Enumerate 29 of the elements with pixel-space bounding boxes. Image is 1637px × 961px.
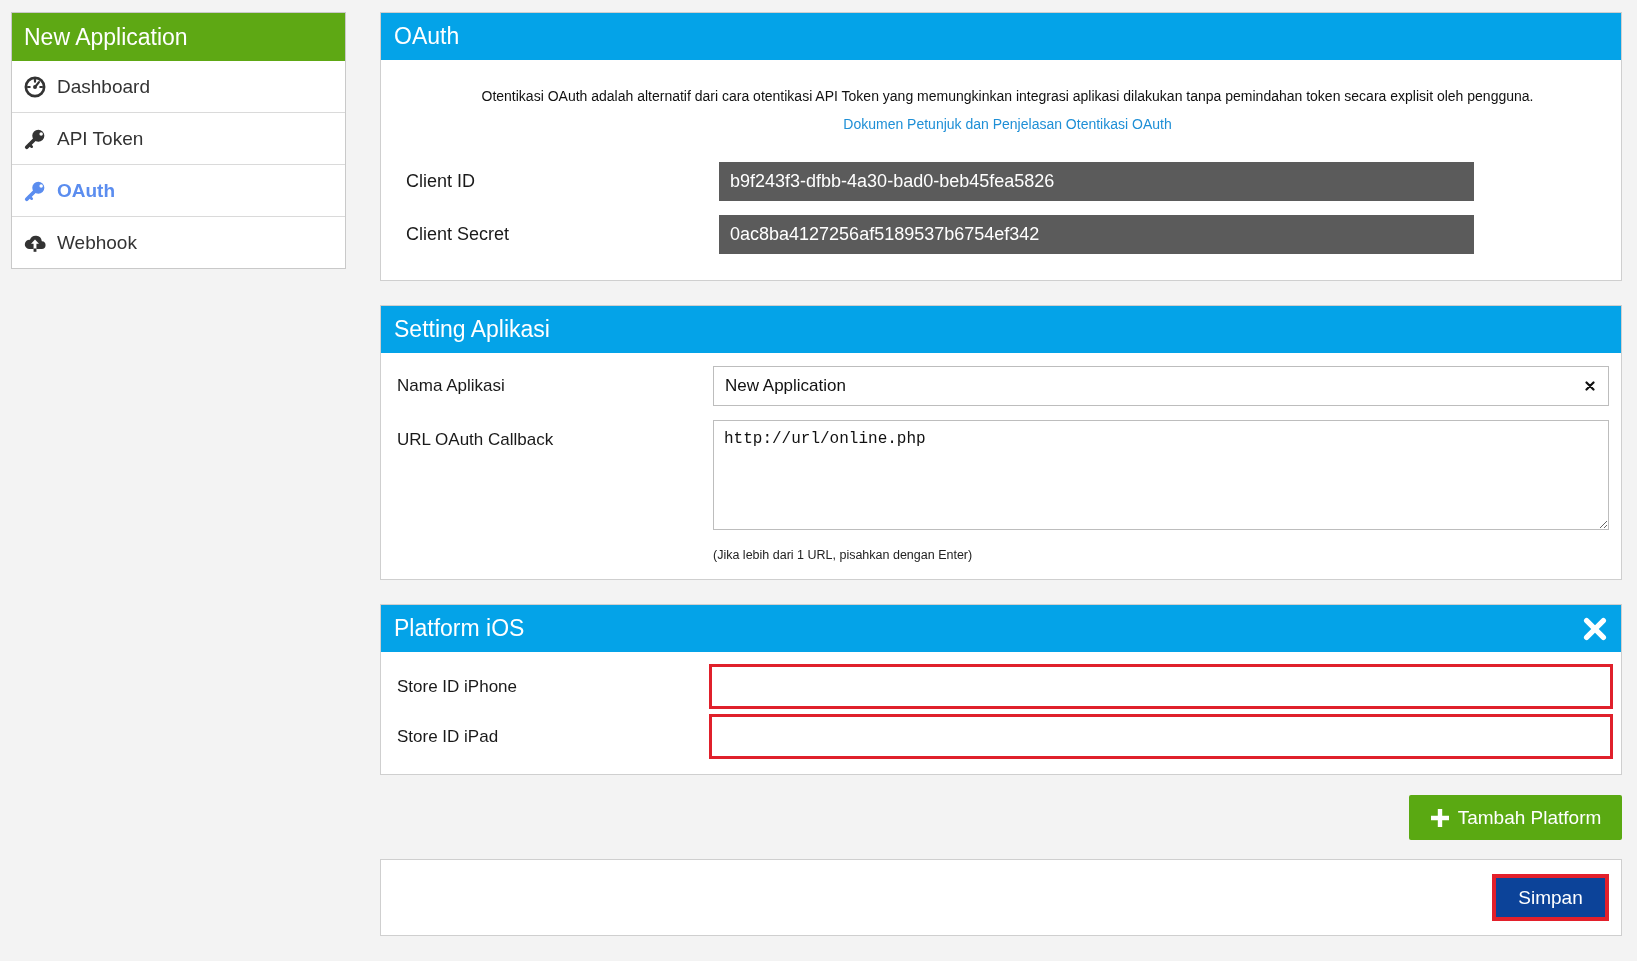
panel-title: Platform iOS [394, 615, 525, 642]
store-id-field[interactable] [709, 664, 1613, 709]
key-icon [24, 179, 46, 202]
store-id-field[interactable] [709, 714, 1613, 759]
close-icon[interactable] [1583, 616, 1607, 641]
gauge-icon [24, 75, 46, 98]
credential-field[interactable]: b9f243f3-dfbb-4a30-bad0-beb45fea5826 [719, 162, 1474, 201]
field-label: Store ID iPhone [397, 675, 517, 698]
oauth-description: Otentikasi OAuth adalah alternatif dari cara otentikasi API Token yang memungkinkan integrasi aplikasi dilakukan tanpa pemindahan token secara explisit oleh pengguna. Dokumen Petunjuk dan Penjelasan Otentikasi OAuth [480, 87, 1535, 134]
field-hint: (Jika lebih dari 1 URL, pisahkan dengan Enter) [713, 548, 973, 562]
sidebar-item[interactable]: API Token [12, 112, 345, 164]
key-icon [24, 127, 46, 150]
sidebar-item[interactable]: Webhook [12, 216, 345, 268]
clear-icon[interactable] [1585, 381, 1595, 391]
panel-title: Setting Aplikasi [394, 316, 550, 343]
save-button[interactable]: Simpan [1492, 874, 1609, 921]
field-label: Client Secret [406, 224, 510, 245]
docs-link[interactable]: Dokumen Petunjuk dan Penjelasan Otentikasi OAuth [843, 116, 1172, 132]
callback-url-field[interactable]: http://url/online.php [713, 420, 1609, 530]
field-label: Store ID iPad [397, 725, 499, 748]
plus-icon [1429, 807, 1450, 828]
sidebar-title: New Application [12, 13, 345, 61]
app-name-field[interactable]: New Application [713, 366, 1609, 406]
field-label: Nama Aplikasi [397, 375, 505, 397]
credential-field[interactable]: 0ac8ba4127256af5189537b6754ef342 [719, 215, 1474, 254]
field-label: URL OAuth Callback [397, 429, 554, 451]
sidebar-item[interactable]: Dashboard [12, 61, 345, 112]
field-label: Client ID [406, 171, 476, 192]
panel-title: OAuth [394, 23, 460, 50]
